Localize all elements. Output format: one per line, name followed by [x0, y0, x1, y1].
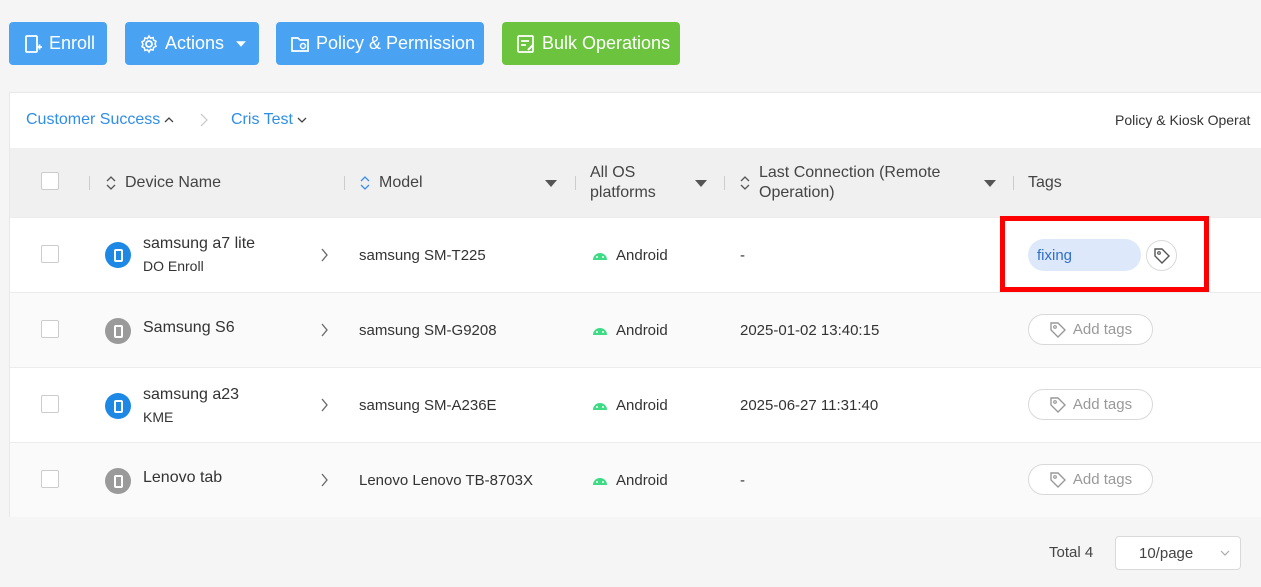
device-enroll-type: DO Enroll — [143, 258, 204, 274]
column-divider — [344, 176, 345, 190]
total-count: Total 4 — [1049, 544, 1094, 561]
column-label: Model — [379, 173, 423, 191]
device-name[interactable]: Lenovo tab — [143, 469, 222, 487]
breadcrumb: Customer Success Cris Test Policy & Kios… — [10, 93, 1261, 148]
policy-permission-button[interactable]: Policy & Permission — [276, 22, 484, 65]
device-enroll-type: KME — [143, 409, 174, 425]
android-icon — [593, 253, 607, 260]
device-model: Lenovo Lenovo TB-8703X — [359, 472, 534, 489]
chevron-down-icon — [297, 117, 307, 123]
bulk-operations-button[interactable]: Bulk Operations — [502, 22, 680, 65]
device-last-connection: 2025-06-27 11:31:40 — [740, 397, 879, 414]
add-tags-button[interactable]: Add tags — [1028, 314, 1153, 345]
device-name[interactable]: samsung a7 lite — [143, 235, 255, 253]
sort-icon — [360, 175, 370, 190]
device-model: samsung SM-A236E — [359, 397, 497, 414]
chevron-right-icon[interactable] — [320, 473, 329, 487]
device-status-icon — [105, 468, 131, 494]
column-model[interactable]: Model — [359, 148, 423, 217]
policy-kiosk-tab[interactable]: Policy & Kiosk Operat — [1115, 112, 1250, 128]
chevron-right-icon[interactable] — [320, 323, 329, 337]
breadcrumb-separator-icon — [200, 113, 208, 127]
tag-icon — [1050, 471, 1066, 488]
actions-button[interactable]: Actions — [125, 22, 259, 65]
caret-down-icon — [236, 40, 246, 47]
breadcrumb-label: Customer Success — [26, 111, 161, 128]
column-divider — [724, 176, 725, 190]
column-label: Tags — [1028, 173, 1062, 191]
enroll-button[interactable]: Enroll — [9, 22, 107, 65]
edit-list-icon — [517, 34, 534, 53]
tag-icon — [1050, 321, 1066, 338]
device-os: Android — [616, 472, 668, 489]
tag-icon — [1050, 396, 1066, 413]
android-icon — [593, 328, 607, 335]
add-tags-label: Add tags — [1072, 396, 1133, 413]
table-row[interactable]: Samsung S6 samsung SM-G9208 Android 2025… — [10, 292, 1261, 367]
column-divider — [1013, 176, 1014, 190]
page-size-value: 10/page — [1139, 544, 1194, 562]
column-device-name[interactable]: Device Name — [105, 148, 221, 217]
bulk-operations-label: Bulk Operations — [542, 33, 671, 53]
column-label: Last Connection (Remote Operation) — [759, 163, 941, 201]
model-filter-caret-icon[interactable] — [545, 180, 557, 187]
column-divider — [575, 176, 576, 190]
column-divider — [89, 176, 90, 190]
add-tags-label: Add tags — [1072, 321, 1133, 338]
chevron-up-icon — [164, 117, 174, 123]
android-icon — [593, 403, 607, 410]
os-filter-caret-icon[interactable] — [695, 180, 707, 187]
chevron-down-icon — [1220, 550, 1230, 556]
column-label: All OS platforms — [590, 163, 656, 201]
sort-icon — [740, 175, 750, 190]
add-tags-button[interactable]: Add tags — [1028, 464, 1153, 495]
policy-permission-label: Policy & Permission — [316, 33, 476, 53]
table-row[interactable]: Lenovo tab Lenovo Lenovo TB-8703X Androi… — [10, 442, 1261, 517]
add-tags-label: Add tags — [1072, 471, 1133, 488]
table-header: Device Name Model All OS platforms Last … — [10, 148, 1261, 217]
device-panel: Customer Success Cris Test Policy & Kios… — [9, 92, 1261, 517]
sort-icon — [106, 175, 116, 190]
add-tags-button[interactable]: Add tags — [1028, 389, 1153, 420]
column-last-connection[interactable]: Last Connection (Remote Operation) — [739, 148, 964, 217]
device-status-icon — [105, 242, 131, 268]
tags-highlight-box — [1000, 216, 1209, 292]
breadcrumb-label: Cris Test — [231, 111, 293, 128]
device-os: Android — [616, 322, 668, 339]
column-os-platforms[interactable]: All OS platforms — [590, 148, 670, 217]
folder-settings-icon — [291, 36, 309, 52]
device-os: Android — [616, 247, 668, 264]
page-size-select[interactable]: 10/page — [1115, 536, 1241, 570]
android-icon — [593, 478, 607, 485]
device-os: Android — [616, 397, 668, 414]
device-model: samsung SM-G9208 — [359, 322, 497, 339]
device-model: samsung SM-T225 — [359, 247, 486, 264]
enroll-label: Enroll — [49, 33, 96, 53]
row-checkbox[interactable] — [41, 395, 59, 413]
column-label: Device Name — [125, 173, 222, 191]
table-row[interactable]: samsung a23 KME samsung SM-A236E Android… — [10, 367, 1261, 442]
row-checkbox[interactable] — [41, 470, 59, 488]
device-last-connection: 2025-01-02 13:40:15 — [740, 322, 880, 339]
gear-icon — [141, 34, 157, 53]
toolbar: Enroll Actions Policy & Permission Bulk … — [9, 22, 689, 65]
actions-label: Actions — [165, 33, 225, 53]
column-tags: Tags — [1028, 148, 1062, 217]
row-checkbox[interactable] — [41, 320, 59, 338]
device-name[interactable]: samsung a23 — [143, 386, 239, 404]
enroll-icon — [25, 34, 42, 53]
breadcrumb-item-customer-success[interactable]: Customer Success — [26, 111, 174, 129]
chevron-right-icon[interactable] — [320, 398, 329, 412]
device-status-icon — [105, 393, 131, 419]
device-last-connection: - — [740, 247, 745, 264]
select-all-checkbox[interactable] — [41, 172, 59, 190]
device-last-connection: - — [740, 472, 745, 489]
device-name[interactable]: Samsung S6 — [143, 319, 235, 337]
chevron-right-icon[interactable] — [320, 248, 329, 262]
device-status-icon — [105, 318, 131, 344]
row-checkbox[interactable] — [41, 245, 59, 263]
last-connection-filter-caret-icon[interactable] — [984, 180, 996, 187]
breadcrumb-item-cris-test[interactable]: Cris Test — [231, 111, 307, 129]
